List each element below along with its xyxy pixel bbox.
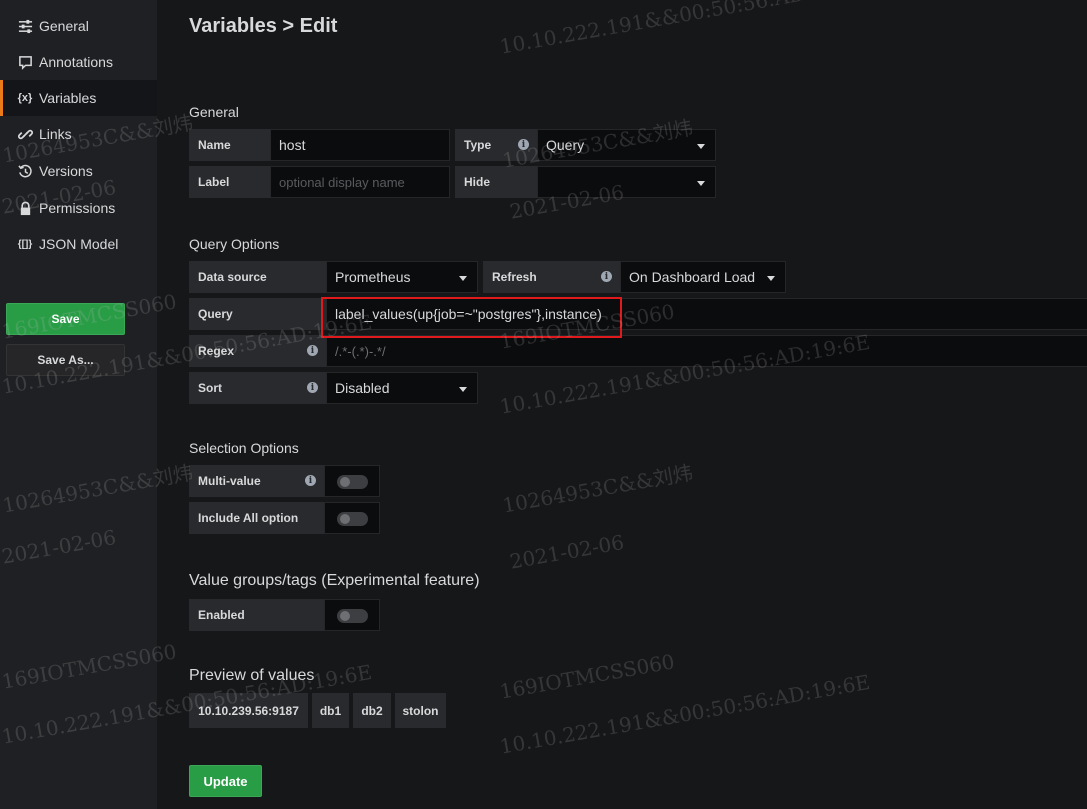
sidebar-item-label: General: [39, 18, 89, 34]
refresh-select-value: On Dashboard Load: [629, 269, 756, 285]
include-all-switch[interactable]: [324, 502, 380, 534]
caret-down-icon: [767, 276, 775, 281]
sort-label: Sort i: [189, 372, 326, 404]
type-select[interactable]: Query: [537, 129, 716, 161]
type-label-text: Type: [464, 138, 492, 152]
multi-value-label: Multi-value i: [189, 465, 324, 497]
preview-value-chip: db1: [312, 693, 349, 728]
switch-knob: [340, 611, 350, 621]
multi-value-switch[interactable]: [324, 465, 380, 497]
type-label: Type i: [455, 129, 537, 161]
selection-options-heading: Selection Options: [189, 440, 299, 456]
include-all-label: Include All option: [189, 502, 324, 534]
json-icon: {[]}: [17, 238, 33, 250]
hide-label: Hide: [455, 166, 537, 198]
caret-down-icon: [697, 181, 705, 186]
history-icon: [17, 163, 33, 179]
sort-select-value: Disabled: [335, 380, 390, 396]
enabled-label: Enabled: [189, 599, 324, 631]
label-label: Label: [189, 166, 270, 198]
settings-sidebar: General Annotations {x} Variables Links …: [0, 0, 157, 809]
sidebar-item-label: Annotations: [39, 54, 113, 70]
sort-select[interactable]: Disabled: [326, 372, 478, 404]
switch-knob: [340, 477, 350, 487]
preview-value-chip: 10.10.239.56:9187: [189, 693, 308, 728]
sidebar-item-variables[interactable]: {x} Variables: [0, 80, 157, 116]
page-title: Variables > Edit: [189, 15, 338, 37]
sidebar-item-json-model[interactable]: {[]} JSON Model: [0, 226, 157, 262]
variable-icon: {x}: [17, 92, 33, 104]
switch-knob: [340, 514, 350, 524]
query-options-heading: Query Options: [189, 236, 280, 252]
comment-icon: [17, 54, 33, 70]
sidebar-item-links[interactable]: Links: [0, 116, 157, 152]
query-label: Query: [189, 298, 326, 330]
watermark-text: 10264953C&&刘炜: [500, 460, 695, 518]
caret-down-icon: [459, 387, 467, 392]
general-heading: General: [189, 104, 239, 120]
regex-input[interactable]: /.*-(.*)-.*/: [326, 335, 1087, 367]
watermark-text: 10.10.222.191&&00:50:56:AD:19:6E: [498, 0, 872, 59]
sidebar-item-general[interactable]: General: [0, 8, 157, 44]
switch-track: [337, 512, 368, 526]
name-label: Name: [189, 129, 270, 161]
datasource-select-value: Prometheus: [335, 269, 411, 285]
preview-heading: Preview of values: [189, 667, 315, 684]
refresh-label-text: Refresh: [492, 270, 537, 284]
switch-track: [337, 475, 368, 489]
datasource-label: Data source: [189, 261, 326, 293]
watermark-text: 10.10.222.191&&00:50:56:AD:19:6E: [498, 669, 872, 759]
refresh-label: Refresh i: [483, 261, 620, 293]
sliders-icon: [17, 18, 33, 34]
sidebar-item-permissions[interactable]: Permissions: [0, 190, 157, 226]
name-input[interactable]: host: [270, 129, 450, 161]
watermark-text: 169IOTMCSS060: [498, 649, 677, 704]
caret-down-icon: [697, 144, 705, 149]
sidebar-item-label: Variables: [39, 90, 97, 106]
preview-value-chip: db2: [353, 693, 391, 728]
multi-value-label-text: Multi-value: [198, 474, 261, 488]
save-button[interactable]: Save: [6, 303, 125, 335]
sidebar-item-label: Links: [39, 126, 72, 142]
enabled-switch[interactable]: [324, 599, 380, 631]
hide-select[interactable]: [537, 166, 716, 198]
preview-value-chip: stolon: [395, 693, 446, 728]
save-as-button[interactable]: Save As...: [6, 344, 125, 376]
query-input[interactable]: label_values(up{job=~"postgres"},instanc…: [326, 298, 1087, 330]
info-icon: i: [307, 382, 318, 393]
info-icon: i: [307, 345, 318, 356]
switch-track: [337, 609, 368, 623]
sidebar-item-label: JSON Model: [39, 236, 119, 252]
sidebar-item-annotations[interactable]: Annotations: [0, 44, 157, 80]
info-icon: i: [518, 139, 529, 150]
label-input[interactable]: optional display name: [270, 166, 450, 198]
sidebar-item-versions[interactable]: Versions: [0, 153, 157, 189]
link-icon: [17, 126, 33, 142]
regex-label-text: Regex: [198, 344, 235, 358]
lock-icon: [17, 200, 33, 216]
sidebar-item-label: Permissions: [39, 200, 116, 216]
type-select-value: Query: [546, 137, 585, 153]
info-icon: i: [601, 271, 612, 282]
sidebar-item-label: Versions: [39, 163, 93, 179]
update-button[interactable]: Update: [189, 765, 262, 797]
sort-label-text: Sort: [198, 381, 222, 395]
caret-down-icon: [459, 276, 467, 281]
regex-label: Regex i: [189, 335, 326, 367]
refresh-select[interactable]: On Dashboard Load: [620, 261, 786, 293]
datasource-select[interactable]: Prometheus: [326, 261, 478, 293]
value-groups-heading: Value groups/tags (Experimental feature): [189, 572, 480, 589]
info-icon: i: [305, 475, 316, 486]
watermark-text: 2021-02-06: [508, 529, 626, 574]
